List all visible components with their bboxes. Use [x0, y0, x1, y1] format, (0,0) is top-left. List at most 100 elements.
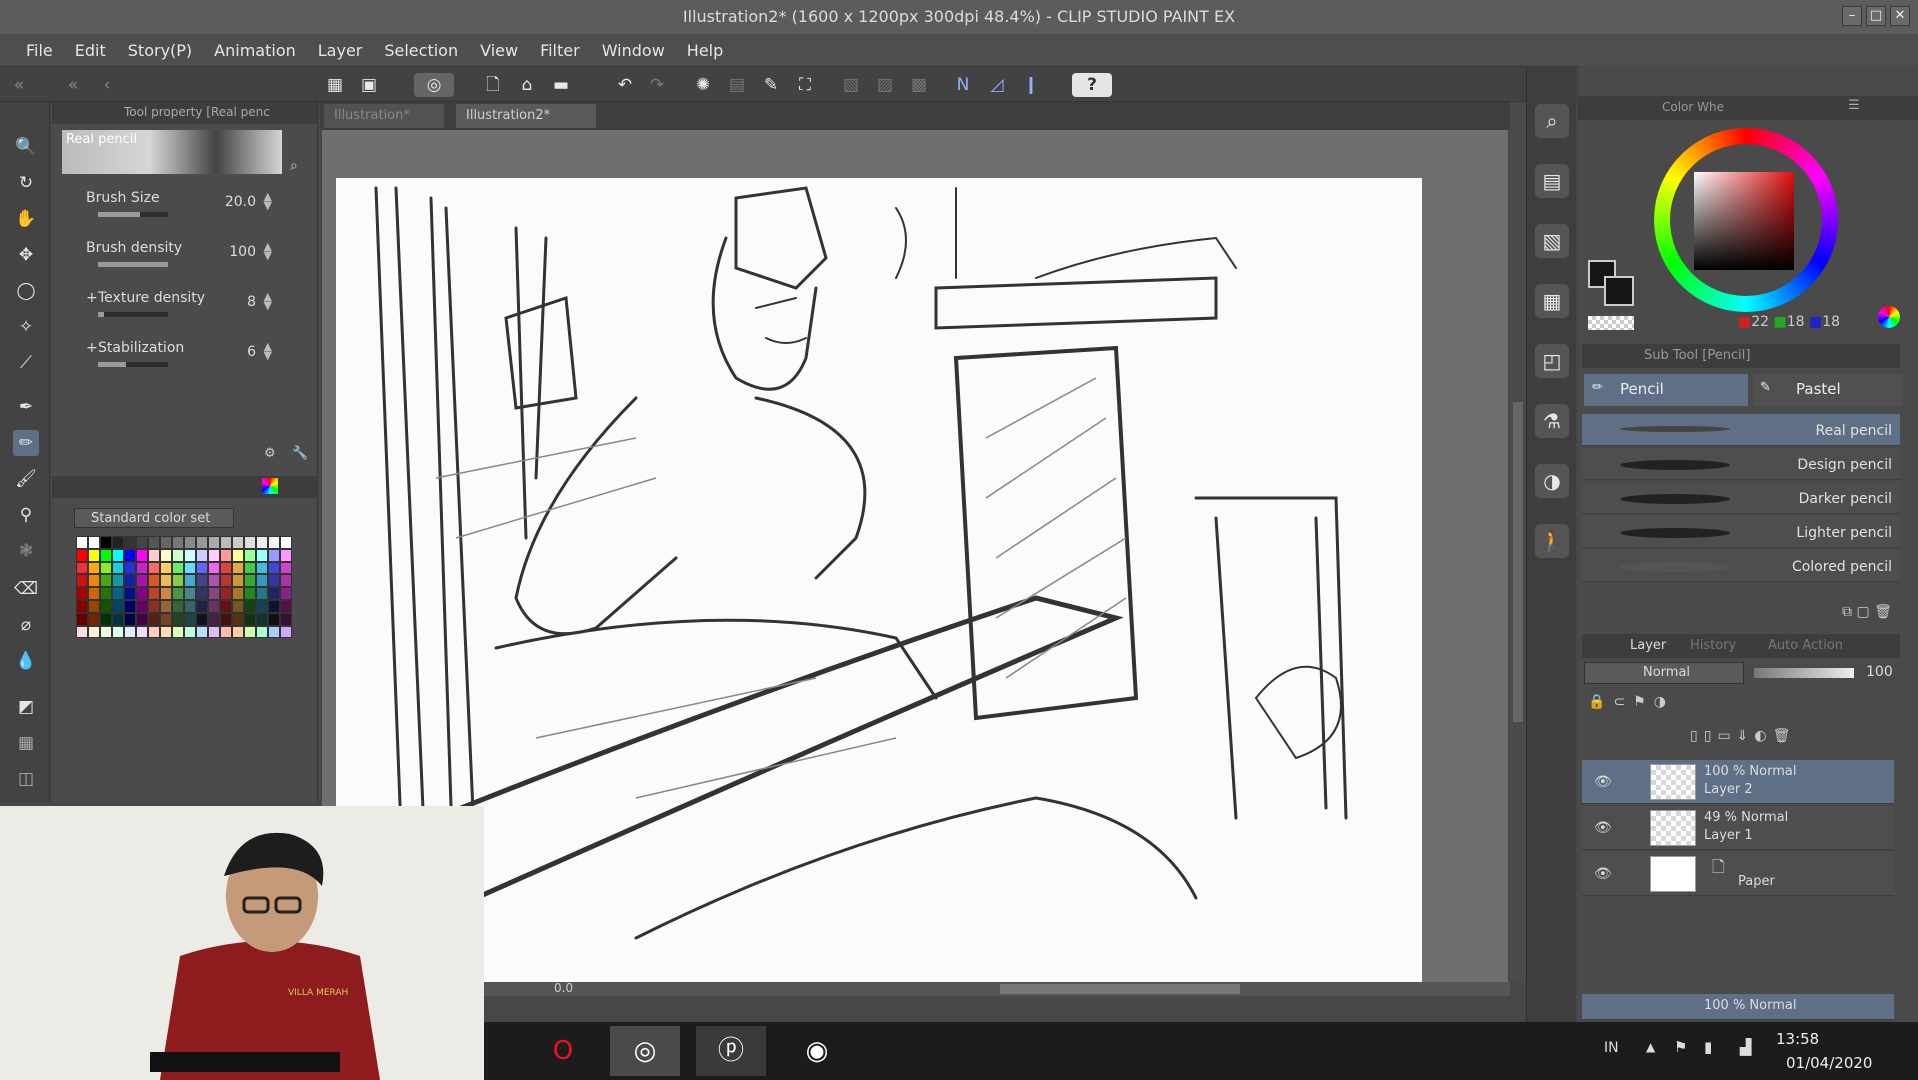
clock-time[interactable]: 13:58 — [1776, 1030, 1819, 1048]
color-swatch[interactable] — [112, 587, 124, 600]
color-swatch[interactable] — [280, 574, 292, 588]
figure-icon[interactable]: ▦ — [13, 730, 39, 756]
minimize-icon[interactable]: – — [1842, 6, 1862, 26]
perspective-icon[interactable]: ◿ — [984, 73, 1010, 97]
layer-property-icon[interactable]: ◰ — [1535, 344, 1569, 378]
subtool-real-pencil[interactable]: Real pencil — [1582, 414, 1900, 446]
eraser-icon[interactable]: ⌫ — [13, 576, 39, 602]
transform-icon[interactable]: ⛶ — [792, 73, 818, 97]
color-swatch[interactable] — [136, 536, 148, 549]
color-swatch[interactable] — [208, 536, 220, 549]
battery-icon[interactable]: ▮ — [1704, 1038, 1712, 1056]
trash-icon[interactable]: 🗑 — [1773, 728, 1797, 744]
decoration-icon[interactable]: ❃ — [13, 538, 39, 564]
color-swatch[interactable] — [124, 587, 136, 600]
color-swatch[interactable] — [220, 612, 232, 626]
prop-stabilization[interactable]: + Stabilization 6 ▲ ▼ — [86, 340, 296, 380]
color-swatch[interactable] — [88, 574, 100, 588]
obs-icon[interactable]: ◉ — [782, 1026, 852, 1076]
prop-slider[interactable] — [98, 362, 168, 367]
color-swatch[interactable] — [160, 548, 172, 562]
color-swatch[interactable] — [148, 587, 160, 600]
clip-studio-paint-icon[interactable]: ⓟ — [696, 1026, 766, 1076]
color-swatch[interactable] — [280, 599, 292, 613]
color-swatch[interactable] — [124, 561, 136, 575]
color-swatch[interactable] — [88, 599, 100, 613]
color-swatch[interactable] — [196, 574, 208, 588]
color-swatch[interactable] — [268, 548, 280, 562]
color-swatch[interactable] — [160, 625, 172, 639]
move-icon[interactable]: ✥ — [13, 242, 39, 268]
figure-pose-icon[interactable]: 🚶 — [1535, 524, 1569, 558]
color-swatch[interactable] — [280, 625, 292, 639]
scroll-thumb[interactable] — [1000, 984, 1240, 994]
clock-date[interactable]: 01/04/2020 — [1786, 1054, 1872, 1072]
menu-view[interactable]: View — [472, 41, 532, 60]
color-swatch[interactable] — [256, 599, 268, 613]
color-swatch[interactable] — [256, 561, 268, 575]
color-swatch[interactable] — [196, 599, 208, 613]
color-swatch[interactable] — [100, 574, 112, 588]
color-swatch[interactable] — [220, 625, 232, 639]
color-swatch[interactable] — [244, 599, 256, 613]
color-swatch[interactable] — [232, 548, 244, 562]
undo-icon[interactable]: ↶ — [612, 73, 638, 97]
color-swatch[interactable] — [256, 612, 268, 626]
fill-bucket-icon[interactable]: 💧 — [13, 648, 39, 674]
opera-icon[interactable]: O — [528, 1026, 598, 1076]
color-swatch[interactable] — [136, 612, 148, 626]
hand-icon[interactable]: ✋ — [13, 206, 39, 232]
eye-icon[interactable]: 👁 — [1594, 866, 1612, 882]
blend-mode-select[interactable]: Normal — [1584, 662, 1744, 684]
search-icon[interactable]: ⌕ — [290, 158, 298, 174]
color-swatch[interactable] — [184, 536, 196, 549]
clip-icon[interactable]: ⊂ — [1613, 694, 1633, 710]
grid-layout-icon[interactable]: ▦ — [322, 73, 348, 97]
color-swatch[interactable] — [88, 612, 100, 626]
pencil-icon[interactable]: ✏ — [13, 430, 39, 456]
clear-icon[interactable]: ✺ — [690, 73, 716, 97]
color-swatch[interactable] — [232, 599, 244, 613]
lock-icon[interactable]: 🔒 — [1588, 694, 1613, 710]
color-swatch[interactable] — [196, 548, 208, 562]
tray-flag-icon[interactable]: ⚑ — [1674, 1038, 1687, 1056]
color-swatch[interactable] — [232, 574, 244, 588]
zoom-value[interactable]: 0.0 — [554, 981, 573, 995]
rotate-icon[interactable]: ↻ — [13, 170, 39, 196]
pen-icon[interactable]: ✒ — [13, 394, 39, 420]
color-swatch[interactable] — [184, 612, 196, 626]
color-swatch[interactable] — [112, 561, 124, 575]
color-swatch[interactable] — [76, 536, 88, 549]
color-swatch[interactable] — [184, 599, 196, 613]
color-swatch[interactable] — [256, 587, 268, 600]
gradient-icon[interactable]: ◩ — [13, 694, 39, 720]
color-swatch[interactable] — [160, 574, 172, 588]
color-swatch[interactable] — [124, 612, 136, 626]
color-swatch[interactable] — [76, 548, 88, 562]
prop-value[interactable]: 8 — [247, 294, 256, 310]
tab-history[interactable]: History — [1690, 638, 1736, 653]
material-pattern-icon[interactable]: ▦ — [1535, 284, 1569, 318]
sub-color-swatch[interactable] — [1604, 276, 1634, 306]
color-swatch[interactable] — [256, 536, 268, 549]
prop-slider[interactable] — [98, 262, 168, 267]
subtool-colored-pencil[interactable]: Colored pencil — [1582, 550, 1900, 582]
tab-auto-action[interactable]: Auto Action — [1768, 638, 1843, 653]
collapse-left-icon[interactable]: « — [6, 73, 32, 97]
color-swatch[interactable] — [100, 561, 112, 575]
prop-value[interactable]: 20.0 — [225, 194, 256, 210]
color-swatch[interactable] — [88, 561, 100, 575]
reference-icon[interactable]: ⚑ — [1633, 694, 1654, 710]
mask-icon[interactable]: ◑ — [1654, 694, 1674, 710]
prop-value[interactable]: 6 — [247, 344, 256, 360]
color-swatch[interactable] — [208, 561, 220, 575]
color-swatch[interactable] — [100, 599, 112, 613]
color-swatch[interactable] — [76, 625, 88, 639]
drawing-canvas[interactable] — [336, 178, 1422, 986]
airbrush-icon[interactable]: ⚲ — [13, 502, 39, 528]
brush-icon[interactable]: 🖌 — [13, 466, 39, 492]
color-swatch[interactable] — [76, 561, 88, 575]
selection-border-icon[interactable]: ▩ — [906, 73, 932, 97]
color-swatch[interactable] — [172, 599, 184, 613]
color-swatch[interactable] — [184, 587, 196, 600]
